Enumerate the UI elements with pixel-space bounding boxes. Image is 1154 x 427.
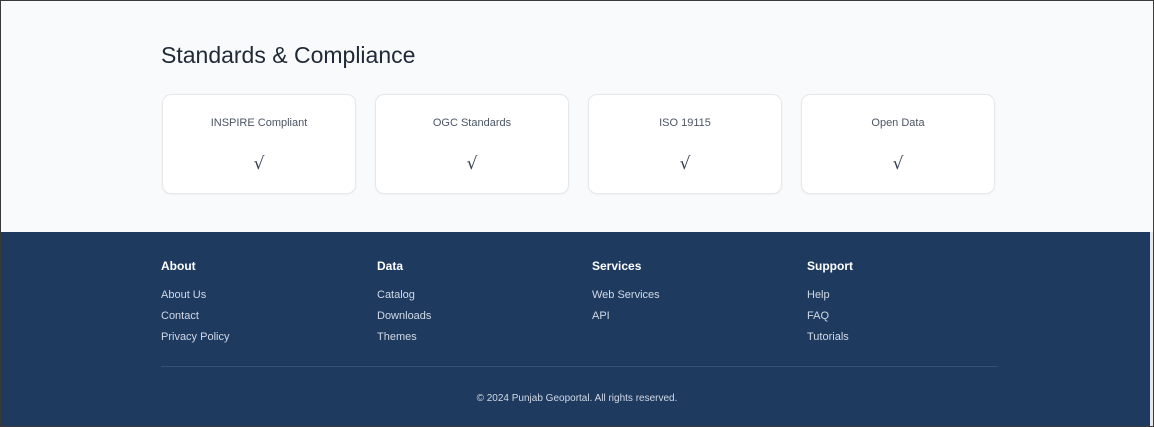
- card-label: INSPIRE Compliant: [210, 117, 308, 129]
- footer-link-help[interactable]: Help: [807, 289, 830, 301]
- footer-column-services: Services Web Services API: [592, 259, 660, 327]
- card-iso-19115: ISO 19115 √: [588, 94, 782, 194]
- footer-link-web-services[interactable]: Web Services: [592, 289, 660, 301]
- footer-link-privacy-policy[interactable]: Privacy Policy: [161, 331, 229, 343]
- checkmark-icon: √: [679, 154, 691, 174]
- footer-link-catalog[interactable]: Catalog: [377, 289, 415, 301]
- card-label: OGC Standards: [432, 117, 512, 129]
- scrollbar[interactable]: [1150, 232, 1153, 426]
- footer-link-list: Help FAQ Tutorials: [807, 285, 853, 348]
- footer-column-data: Data Catalog Downloads Themes: [377, 259, 431, 348]
- page-frame: Standards & Compliance INSPIRE Compliant…: [0, 0, 1154, 427]
- checkmark-icon: √: [892, 154, 904, 174]
- footer-link-tutorials[interactable]: Tutorials: [807, 331, 849, 343]
- footer-heading: Support: [807, 259, 853, 273]
- copyright-text: © 2024 Punjab Geoportal. All rights rese…: [476, 393, 678, 404]
- footer-heading: Services: [592, 259, 642, 273]
- card-inspire-compliant: INSPIRE Compliant √: [162, 94, 356, 194]
- footer-link-downloads[interactable]: Downloads: [377, 310, 431, 322]
- card-ogc-standards: OGC Standards √: [375, 94, 569, 194]
- footer-link-contact[interactable]: Contact: [161, 310, 199, 322]
- checkmark-icon: √: [253, 154, 265, 174]
- footer-link-about-us[interactable]: About Us: [161, 289, 206, 301]
- site-footer: About About Us Contact Privacy Policy Da…: [1, 232, 1153, 426]
- section-title: Standards & Compliance: [161, 42, 416, 68]
- footer-column-about: About About Us Contact Privacy Policy: [161, 259, 229, 348]
- footer-link-api[interactable]: API: [592, 310, 610, 322]
- card-label: Open Data: [871, 117, 925, 129]
- footer-link-list: Web Services API: [592, 285, 660, 327]
- card-open-data: Open Data √: [801, 94, 995, 194]
- checkmark-icon: √: [466, 154, 478, 174]
- footer-divider: [161, 366, 998, 367]
- footer-link-list: About Us Contact Privacy Policy: [161, 285, 229, 348]
- footer-link-faq[interactable]: FAQ: [807, 310, 829, 322]
- footer-heading: About: [161, 259, 196, 273]
- footer-heading: Data: [377, 259, 404, 273]
- footer-column-support: Support Help FAQ Tutorials: [807, 259, 853, 348]
- footer-link-themes[interactable]: Themes: [377, 331, 417, 343]
- footer-link-list: Catalog Downloads Themes: [377, 285, 431, 348]
- compliance-cards: INSPIRE Compliant √ OGC Standards √ ISO …: [162, 94, 995, 194]
- standards-section: Standards & Compliance INSPIRE Compliant…: [1, 1, 1153, 231]
- card-label: ISO 19115: [659, 117, 711, 129]
